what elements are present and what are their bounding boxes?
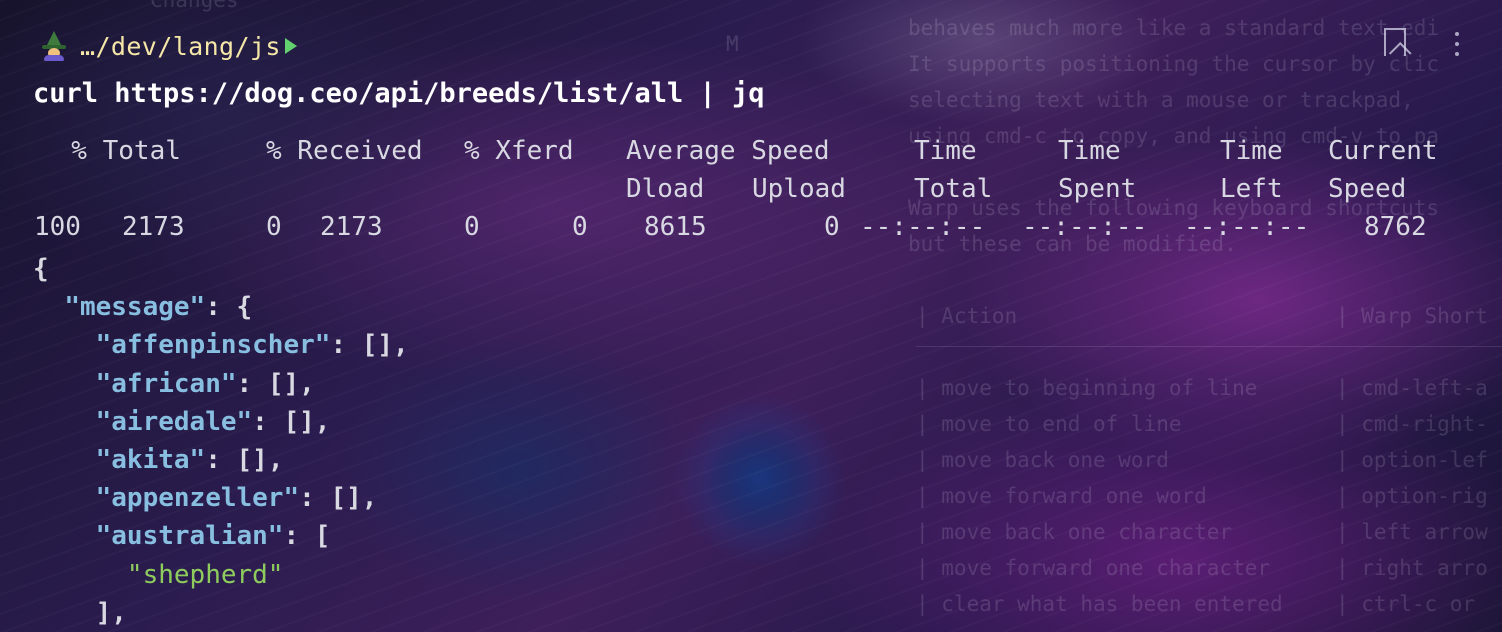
json-entry: "african": [],	[95, 368, 315, 399]
progress-value: 0	[824, 212, 840, 242]
progress-header: % Xferd	[464, 136, 574, 166]
progress-value: 8762	[1364, 212, 1427, 242]
json-close-array: ],	[95, 597, 127, 628]
progress-subheader: Spent	[1058, 174, 1137, 204]
json-key: "australian"	[95, 521, 284, 552]
json-entry: "affenpinscher": [],	[95, 330, 409, 361]
json-key: "affenpinscher"	[95, 330, 331, 361]
progress-subheader: Left	[1220, 174, 1283, 204]
json-australian-line: "australian": [	[95, 521, 331, 552]
json-entry: "akita": [],	[95, 444, 284, 475]
wizard-icon	[40, 31, 68, 61]
json-message-line: "message": {	[64, 292, 253, 323]
progress-value: 100	[34, 212, 81, 242]
progress-header: Time	[1058, 136, 1121, 166]
json-string-value: "shepherd"	[33, 556, 409, 594]
json-output: { "message": { "affenpinscher": [], "afr…	[33, 250, 409, 632]
progress-value: --:--:--	[1022, 212, 1148, 242]
json-key: "appenzeller"	[95, 483, 300, 514]
progress-header: Average Speed	[626, 136, 830, 166]
progress-value: 0	[464, 212, 480, 242]
prompt-arrow-icon	[284, 38, 297, 54]
json-key: "airedale"	[95, 406, 253, 437]
progress-value: 2173	[122, 212, 185, 242]
bookmark-icon[interactable]	[1384, 28, 1406, 56]
progress-header: % Received	[266, 136, 423, 166]
json-string: "shepherd"	[126, 559, 284, 590]
progress-value: 0	[572, 212, 588, 242]
json-key: "message"	[64, 292, 206, 323]
progress-header: Time	[1220, 136, 1283, 166]
more-vertical-icon[interactable]	[1452, 30, 1462, 58]
progress-value: --:--:--	[860, 212, 986, 242]
progress-value: --:--:--	[1184, 212, 1310, 242]
json-entry: "airedale": [],	[95, 406, 331, 437]
progress-value: 0	[266, 212, 282, 242]
terminal-block[interactable]: …/dev/lang/js curl https://dog.ceo/api/b…	[0, 0, 1502, 632]
progress-value: 8615	[644, 212, 707, 242]
curl-progress-table: % Total % Received % Xferd Average Speed…	[34, 136, 1474, 252]
progress-header: % Total	[40, 136, 181, 166]
progress-header: Time	[914, 136, 977, 166]
json-key: "akita"	[95, 444, 206, 475]
json-key: "african"	[95, 368, 237, 399]
json-open-brace: {	[33, 254, 49, 284]
prompt-row: …/dev/lang/js	[40, 26, 297, 66]
command-text[interactable]: curl https://dog.ceo/api/breeds/list/all…	[33, 78, 765, 109]
prompt-path: …/dev/lang/js	[80, 31, 281, 61]
progress-subheader: Speed	[1328, 174, 1407, 204]
progress-subheader: Upload	[752, 174, 846, 204]
progress-value: 2173	[320, 212, 383, 242]
progress-subheader: Total	[914, 174, 993, 204]
progress-header: Current	[1328, 136, 1438, 166]
json-entry: "appenzeller": [],	[95, 483, 378, 514]
progress-subheader: Dload	[626, 174, 705, 204]
